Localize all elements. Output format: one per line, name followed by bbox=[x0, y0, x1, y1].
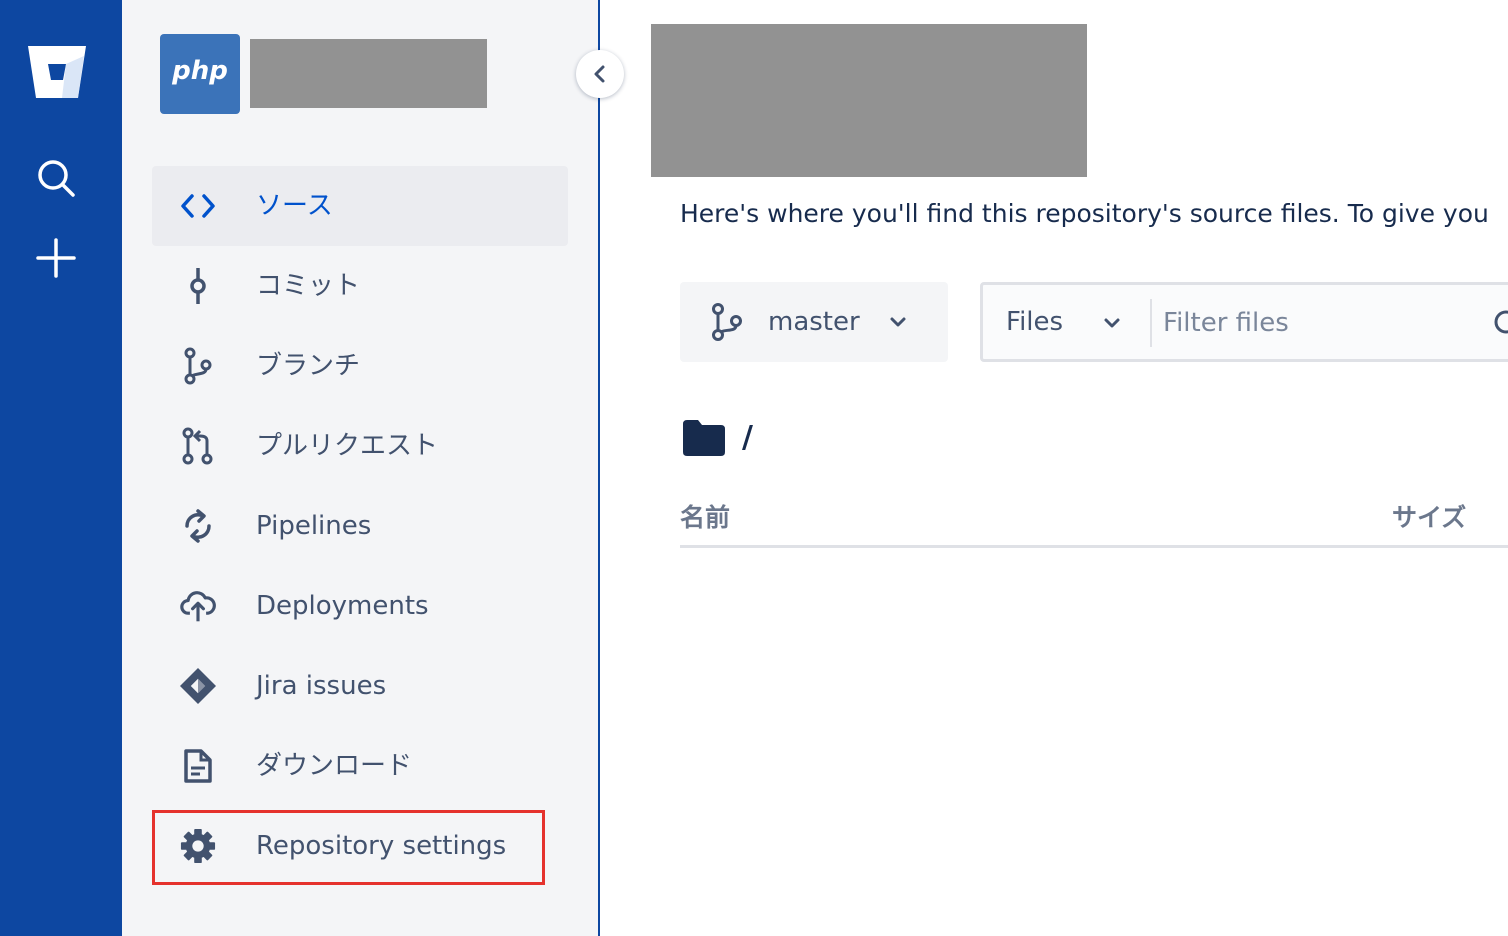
files-dropdown-label: Files bbox=[1006, 307, 1064, 337]
search-icon[interactable] bbox=[1493, 309, 1508, 339]
sidebar-item-source[interactable]: ソース bbox=[152, 166, 568, 246]
pull-request-icon bbox=[180, 427, 216, 465]
jira-icon bbox=[180, 668, 216, 704]
branch-icon bbox=[712, 303, 742, 341]
chevron-down-icon bbox=[890, 317, 906, 327]
sidebar-item-label: ブランチ bbox=[256, 351, 361, 381]
filter-files-input[interactable] bbox=[1163, 297, 1483, 349]
document-icon bbox=[180, 748, 216, 784]
sidebar-item-label: ソース bbox=[256, 191, 333, 221]
sidebar-item-label: プルリクエスト bbox=[256, 431, 439, 461]
branch-selector-button[interactable]: master bbox=[680, 282, 948, 362]
commit-icon bbox=[180, 268, 216, 304]
sidebar-item-label: Repository settings bbox=[256, 831, 507, 861]
sidebar-item-downloads[interactable]: ダウンロード bbox=[152, 726, 568, 806]
filter-divider bbox=[1150, 299, 1152, 347]
repo-avatar[interactable]: php bbox=[160, 34, 282, 114]
file-filter-bar: Files bbox=[980, 282, 1508, 362]
create-plus-icon[interactable] bbox=[36, 238, 76, 278]
column-header-name[interactable]: 名前 bbox=[680, 502, 730, 534]
sidebar-item-label: コミット bbox=[256, 271, 361, 301]
chevron-left-icon bbox=[594, 65, 605, 83]
table-header-divider bbox=[680, 545, 1508, 548]
global-nav bbox=[0, 0, 122, 936]
sidebar-item-label: ダウンロード bbox=[256, 751, 413, 781]
intro-text: Here's where you'll find this repository… bbox=[680, 199, 1489, 228]
chevron-down-icon bbox=[1104, 318, 1120, 328]
cloud-upload-icon bbox=[180, 588, 216, 624]
repo-name-redacted bbox=[250, 39, 487, 108]
branch-name: master bbox=[768, 307, 860, 337]
collapse-sidebar-button[interactable] bbox=[576, 50, 624, 98]
page-title-redacted bbox=[651, 24, 1087, 177]
repository-sidebar: php ソース コミット ブランチ プルリクエスト Pipelines Depl… bbox=[122, 0, 600, 936]
sidebar-item-jira-issues[interactable]: Jira issues bbox=[152, 646, 568, 726]
sidebar-item-pull-requests[interactable]: プルリクエスト bbox=[152, 406, 568, 486]
gear-icon bbox=[180, 828, 216, 864]
sidebar-item-branches[interactable]: ブランチ bbox=[152, 326, 568, 406]
folder-icon bbox=[683, 420, 725, 456]
pipelines-icon bbox=[180, 508, 216, 544]
repo-avatar-text: php bbox=[172, 56, 228, 86]
sidebar-item-label: Pipelines bbox=[256, 511, 372, 541]
sidebar-item-commits[interactable]: コミット bbox=[152, 246, 568, 326]
sidebar-item-label: Deployments bbox=[256, 591, 429, 621]
breadcrumb-path[interactable]: / bbox=[742, 420, 753, 456]
sidebar-item-repository-settings[interactable]: Repository settings bbox=[152, 806, 568, 886]
sidebar-item-pipelines[interactable]: Pipelines bbox=[152, 486, 568, 566]
sidebar-item-deployments[interactable]: Deployments bbox=[152, 566, 568, 646]
branch-icon bbox=[180, 347, 216, 385]
search-icon[interactable] bbox=[36, 158, 76, 198]
files-type-dropdown[interactable]: Files bbox=[983, 285, 1149, 359]
code-icon bbox=[180, 188, 216, 224]
column-header-size[interactable]: サイズ bbox=[1392, 502, 1466, 534]
bitbucket-logo-icon[interactable] bbox=[26, 42, 88, 102]
sidebar-item-label: Jira issues bbox=[256, 671, 387, 701]
